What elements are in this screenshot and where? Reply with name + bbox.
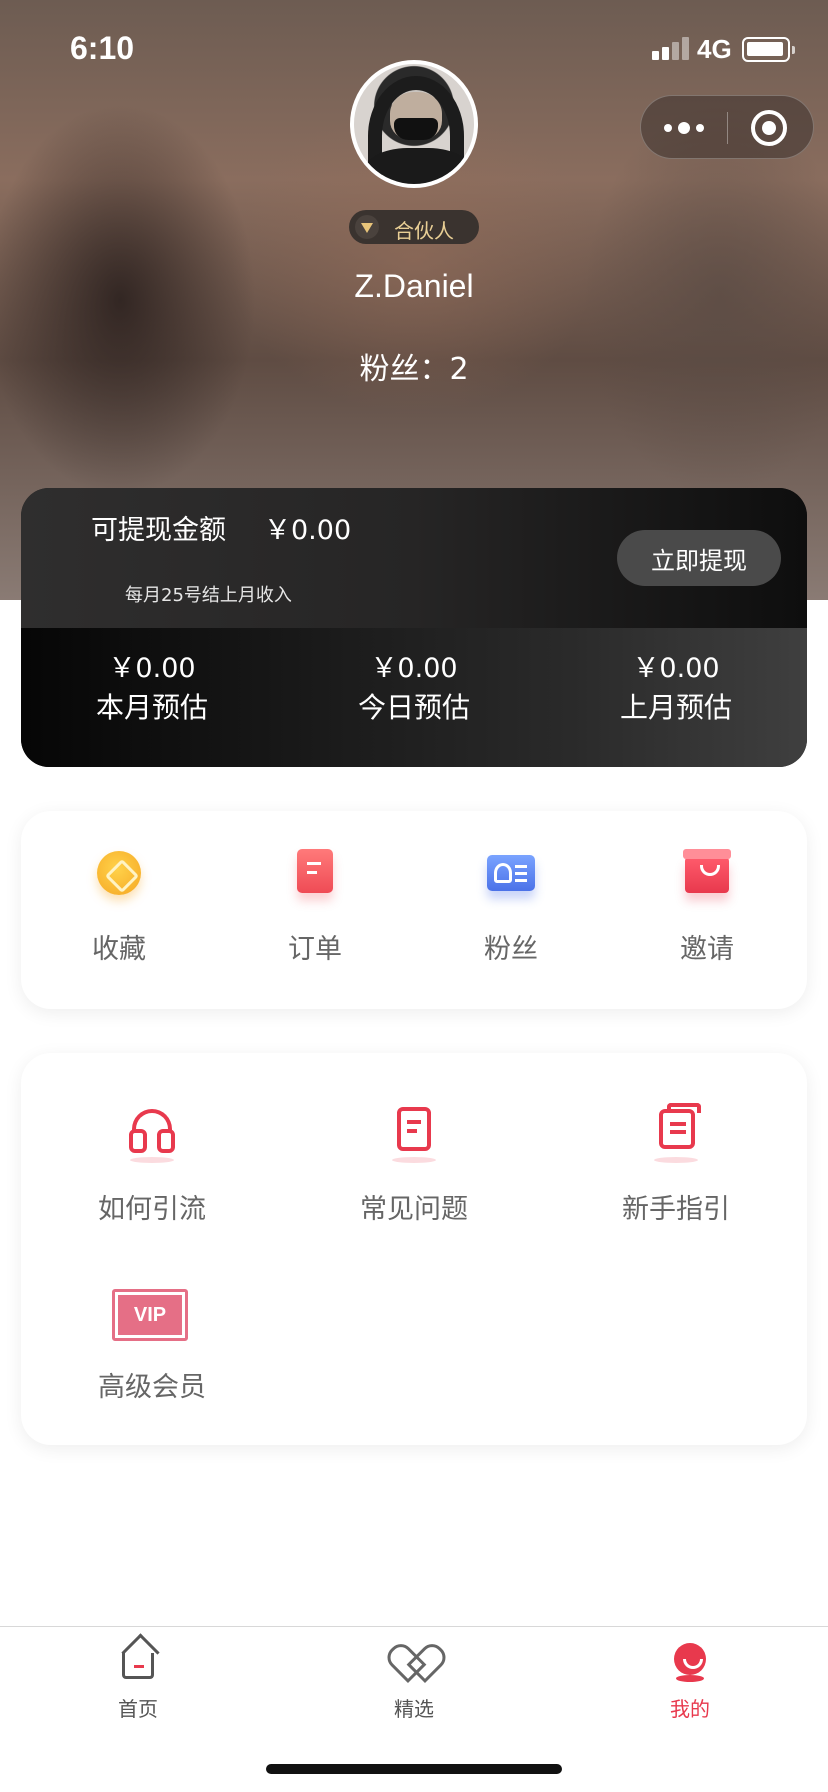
favorite-coin-icon (97, 851, 141, 895)
target-close-icon[interactable] (751, 110, 787, 146)
withdrawable-section: 可提现金额 ￥0.00 每月25号结上月收入 立即提现 (21, 488, 807, 628)
headset-icon (129, 1109, 175, 1153)
tab-label: 首页 (118, 1697, 158, 1721)
quick-label: 订单 (288, 934, 342, 965)
network-type: 4G (697, 34, 732, 64)
withdraw-button[interactable]: 立即提现 (617, 530, 781, 586)
more-dots-icon[interactable] (641, 96, 727, 160)
help-label: 高级会员 (98, 1372, 206, 1403)
help-guide[interactable]: 新手指引 (545, 1103, 807, 1226)
signal-icon (652, 36, 690, 60)
withdrawable-amount: ￥0.00 (264, 515, 352, 546)
me-icon (674, 1643, 706, 1682)
guide-document-icon (659, 1103, 701, 1149)
stat-value: ￥0.00 (632, 653, 720, 684)
role-badge: 合伙人 (349, 210, 479, 244)
stat-last-month: ￥0.00 上月预估 (545, 646, 807, 726)
tab-label: 我的 (670, 1697, 710, 1721)
stat-label: 上月预估 (619, 691, 732, 724)
help-label: 新手指引 (622, 1194, 730, 1225)
help-traffic[interactable]: 如何引流 (21, 1105, 283, 1226)
fans-count[interactable]: 粉丝：2 (0, 344, 828, 388)
miniprogram-capsule (640, 95, 814, 159)
quick-orders[interactable]: 订单 (217, 847, 413, 966)
order-document-icon (297, 849, 333, 893)
partner-rank-icon (355, 215, 379, 239)
help-label: 常见问题 (360, 1194, 468, 1225)
help-vip[interactable]: VIP 高级会员 (21, 1283, 283, 1404)
quick-invite[interactable]: 邀请 (609, 847, 805, 966)
quick-label: 邀请 (680, 934, 734, 965)
vip-badge-text: VIP (118, 1295, 182, 1335)
help-faq[interactable]: 常见问题 (283, 1105, 545, 1226)
stat-today: ￥0.00 今日预估 (283, 646, 545, 726)
quick-actions-card: 收藏 订单 粉丝 邀请 (21, 811, 807, 1009)
user-name: Z.Daniel (354, 268, 474, 304)
home-icon (122, 1653, 154, 1679)
quick-favorites[interactable]: 收藏 (21, 847, 217, 966)
status-time: 6:10 (70, 30, 135, 66)
help-label: 如何引流 (98, 1194, 206, 1225)
tab-label: 精选 (394, 1697, 434, 1721)
home-indicator (266, 1764, 562, 1774)
faq-document-icon (397, 1107, 431, 1151)
estimate-stats: ￥0.00 本月预估 ￥0.00 今日预估 ￥0.00 上月预估 (21, 628, 807, 767)
stat-value: ￥0.00 (370, 653, 458, 684)
role-label: 合伙人 (394, 219, 454, 243)
fans-id-card-icon (487, 855, 535, 891)
avatar[interactable] (350, 60, 478, 188)
vip-badge-icon: VIP (112, 1289, 188, 1341)
tab-me[interactable]: 我的 (552, 1641, 828, 1722)
heart-icon (396, 1647, 432, 1679)
stat-label: 本月预估 (95, 691, 208, 724)
withdrawable-label: 可提现金额 (91, 515, 226, 546)
settle-note: 每月25号结上月收入 (125, 585, 292, 606)
stat-value: ￥0.00 (108, 653, 196, 684)
quick-fans[interactable]: 粉丝 (413, 847, 609, 966)
tab-home[interactable]: 首页 (0, 1641, 276, 1722)
invite-gift-icon (683, 849, 731, 893)
battery-icon (742, 37, 795, 62)
help-card: 如何引流 常见问题 新手指引 VIP 高级会员 (21, 1053, 807, 1445)
stat-this-month: ￥0.00 本月预估 (21, 646, 283, 726)
quick-label: 收藏 (92, 934, 146, 965)
stat-label: 今日预估 (357, 691, 470, 724)
tab-featured[interactable]: 精选 (276, 1641, 552, 1722)
capsule-divider (727, 112, 728, 144)
quick-label: 粉丝 (484, 934, 538, 965)
earnings-card: 可提现金额 ￥0.00 每月25号结上月收入 立即提现 ￥0.00 本月预估 ￥… (21, 488, 807, 767)
